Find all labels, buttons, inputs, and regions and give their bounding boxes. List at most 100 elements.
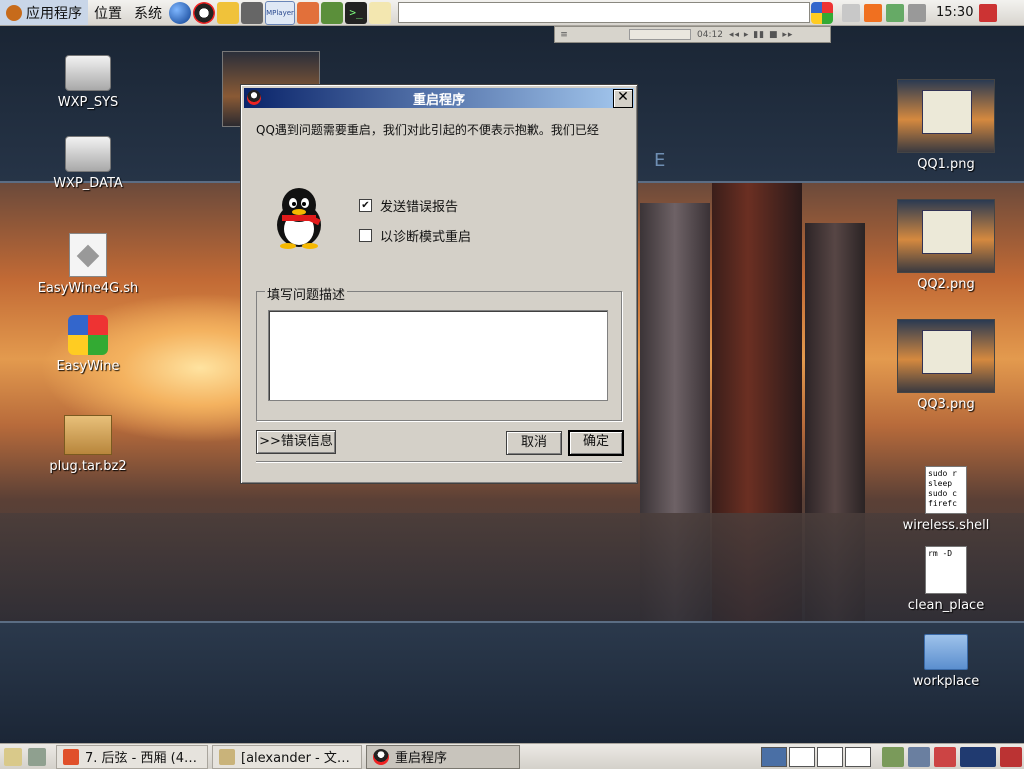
taskbar-task-music[interactable]: 7. 后弦 - 西厢 (4… (56, 744, 208, 769)
image-thumbnail-icon (897, 79, 995, 153)
menu-places-label: 位置 (94, 5, 122, 22)
workspace-3[interactable] (817, 746, 843, 767)
top-panel: 应用程序 位置 系统 MPlayer >_ 15:30 (0, 0, 1024, 26)
ok-button[interactable]: 确定 (568, 430, 624, 456)
desktop-icon-qq2[interactable]: QQ2.png (891, 199, 1001, 292)
close-button[interactable]: ✕ (613, 89, 633, 108)
recycle-icon[interactable] (882, 746, 904, 767)
desktop-icon-easywine-sh[interactable]: EasyWine4G.sh (33, 233, 143, 296)
browser-launcher-icon[interactable] (169, 1, 191, 24)
tool-launcher-icon[interactable] (217, 1, 239, 24)
desktop-icon-qq3[interactable]: QQ3.png (891, 319, 1001, 412)
problem-description-input[interactable] (268, 310, 608, 401)
desktop-icon-wxp-sys[interactable]: WXP_SYS (33, 55, 143, 110)
taskbar-task-restart[interactable]: 重启程序 (366, 744, 520, 769)
network-icon[interactable] (908, 746, 930, 767)
workspace-switcher[interactable] (760, 746, 872, 767)
window-list-icon[interactable] (28, 747, 46, 766)
dialog-titlebar[interactable]: 重启程序 ✕ (244, 88, 634, 108)
bottom-tray (880, 746, 1024, 767)
qq-penguin-icon (277, 188, 321, 249)
desktop-icon-plug[interactable]: plug.tar.bz2 (33, 415, 143, 474)
send-report-checkbox[interactable]: ✔ 发送错误报告 (359, 196, 458, 215)
dictionary-launcher-icon[interactable] (321, 1, 343, 24)
document-icon (219, 748, 235, 765)
workspace-2[interactable] (789, 746, 815, 767)
show-desktop-icon[interactable] (4, 747, 22, 766)
desktop-icon-label: QQ3.png (917, 397, 975, 412)
dialog-message: QQ遇到问题需要重启，我们对此引起的不便表示抱歉。我们已经 (256, 123, 599, 137)
qq-penguin-icon (247, 90, 261, 105)
desktop-icon-clean-place[interactable]: rm -D clean_place (891, 546, 1001, 613)
media-controls[interactable]: ◂◂ ▸ ▮▮ ■ ▸▸ (729, 30, 793, 40)
problem-description-group: 填写问题描述 (256, 284, 622, 421)
desktop-icon-label: QQ1.png (917, 157, 975, 172)
desktop-icon-label: EasyWine4G.sh (37, 281, 139, 296)
desktop-icon-label: EasyWine (56, 359, 120, 374)
diagnostic-mode-label: 以诊断模式重启 (380, 230, 472, 245)
shell-script-icon: sudo r sleep sudo c firefc (925, 466, 967, 514)
volume-icon[interactable] (908, 3, 926, 22)
system-monitor-icon[interactable] (960, 746, 996, 767)
battery-icon[interactable] (886, 3, 904, 22)
system-tray (840, 3, 928, 22)
desktop-icon-label: clean_place (907, 598, 985, 613)
desktop-icon-label: WXP_SYS (57, 95, 119, 110)
logout-icon[interactable] (979, 3, 998, 22)
taskbar-task-document[interactable]: [alexander - 文… (212, 744, 362, 769)
wallpaper-city (0, 513, 1024, 623)
send-report-label: 发送错误报告 (380, 200, 459, 215)
error-details-button[interactable]: >>错误信息 (256, 430, 336, 454)
checkbox-box[interactable] (359, 229, 372, 242)
media-player-bar[interactable]: ≡ 04:12 ◂◂ ▸ ▮▮ ■ ▸▸ (554, 26, 831, 43)
desktop-icon-label: QQ2.png (917, 277, 975, 292)
seek-track[interactable] (629, 29, 691, 40)
trash-icon[interactable] (1000, 746, 1022, 767)
menu-applications[interactable]: 应用程序 (0, 0, 88, 25)
menu-applications-label: 应用程序 (26, 5, 82, 22)
desktop-icon-workplace[interactable]: workplace (891, 634, 1001, 689)
desktop-icon-label: workplace (912, 674, 980, 689)
music-player-icon (63, 748, 79, 765)
folder-icon (924, 634, 968, 670)
image-thumbnail-icon (897, 319, 995, 393)
dialog-separator (256, 461, 622, 463)
group-label: 填写问题描述 (265, 284, 348, 303)
printer-icon[interactable] (842, 3, 860, 22)
cancel-button[interactable]: 取消 (506, 431, 562, 455)
grip-icon[interactable]: ≡ (555, 30, 573, 40)
desktop-icon-label: wireless.shell (902, 518, 990, 533)
script-file-icon (69, 233, 107, 277)
archive-launcher-icon[interactable] (297, 1, 319, 24)
menu-system[interactable]: 系统 (128, 0, 168, 25)
calculator-launcher-icon[interactable] (241, 1, 263, 24)
bottom-panel: 7. 后弦 - 西厢 (4… [alexander - 文… 重启程序 (0, 743, 1024, 769)
desktop-icon-easywine[interactable]: EasyWine (33, 315, 143, 374)
windows-flag-icon[interactable] (811, 1, 833, 24)
workspace-4[interactable] (845, 746, 871, 767)
qq-launcher-icon[interactable] (193, 1, 215, 24)
desktop-icon-wireless[interactable]: sudo r sleep sudo c firefc wireless.shel… (891, 466, 1001, 533)
menu-system-label: 系统 (134, 5, 162, 22)
workspace-1[interactable] (761, 746, 787, 767)
diagnostic-mode-checkbox[interactable]: 以诊断模式重启 (359, 226, 471, 245)
archive-icon (64, 415, 112, 455)
desktop-icon-label: WXP_DATA (53, 176, 123, 191)
desktop-icon-qq1[interactable]: QQ1.png (891, 79, 1001, 172)
desktop-icon-wxp-data[interactable]: WXP_DATA (33, 136, 143, 191)
checkbox-box[interactable]: ✔ (359, 199, 372, 212)
desktop-icon-label: plug.tar.bz2 (49, 459, 127, 474)
menu-places[interactable]: 位置 (88, 0, 128, 25)
restart-dialog: 重启程序 ✕ QQ遇到问题需要重启，我们对此引起的不便表示抱歉。我们已经 ✔ 发… (240, 84, 638, 484)
mplayer-launcher-icon[interactable]: MPlayer (265, 0, 295, 25)
wallpaper-letter: E (654, 150, 666, 171)
terminal-launcher-icon[interactable]: >_ (345, 1, 367, 24)
keyring-launcher-icon[interactable] (369, 1, 391, 24)
wallpaper-bottom-band (0, 623, 1024, 743)
task-label: 7. 后弦 - 西厢 (4… (85, 751, 197, 766)
network-alert-icon[interactable] (934, 746, 956, 767)
update-icon[interactable] (864, 3, 882, 22)
panel-clock[interactable]: 15:30 (936, 5, 973, 20)
task-label: [alexander - 文… (241, 751, 350, 766)
panel-search-input[interactable] (398, 2, 810, 23)
